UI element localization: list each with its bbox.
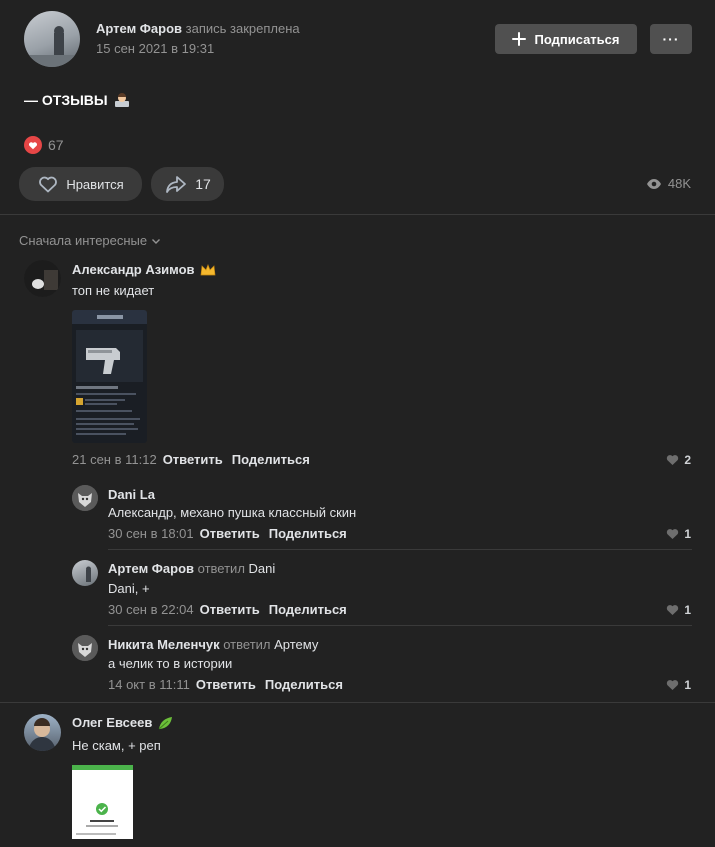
heart-reaction-icon (24, 136, 42, 154)
attachment-preview (72, 765, 133, 835)
comment-avatar-azimov[interactable] (24, 260, 61, 297)
post-author-name[interactable]: Артем Фаров (96, 21, 182, 36)
reply-avatar-dani[interactable] (72, 485, 98, 511)
reply-author[interactable]: Никита Меленчук (108, 637, 220, 652)
comment-attachment-image[interactable] (72, 310, 147, 443)
comment-attachment-image[interactable] (72, 765, 133, 839)
post-header-line: Артем Фаров запись закреплена (96, 21, 300, 36)
chevron-down-icon (152, 238, 161, 244)
views-count: 48K (667, 176, 691, 191)
post-date[interactable]: 15 сен 2021 в 19:31 (96, 41, 214, 56)
reply-like-count: 1 (684, 603, 691, 617)
reply-like-button[interactable]: 1 (666, 678, 691, 692)
comment-text: топ не кидает (72, 283, 155, 298)
subscribe-button[interactable]: Подписаться (495, 24, 637, 54)
like-label: Нравится (66, 176, 124, 192)
share-count: 17 (195, 176, 211, 192)
comment-header: Александр Азимов (72, 262, 216, 277)
subscribe-label: Подписаться (534, 31, 620, 47)
avatar-photo (24, 26, 80, 67)
avatar-photo (86, 566, 91, 582)
heart-icon (667, 455, 679, 465)
share-comment-button[interactable]: Поделиться (269, 526, 347, 541)
more-button[interactable]: ··· (650, 24, 692, 54)
more-icon: ··· (662, 31, 680, 47)
share-arrow-icon (166, 176, 187, 193)
plus-icon (512, 32, 527, 46)
attachment-preview (72, 310, 147, 435)
views-counter: 48K (646, 176, 691, 191)
post-author-avatar[interactable] (24, 11, 80, 67)
reply-author[interactable]: Артем Фаров (108, 561, 194, 576)
post-divider (0, 214, 715, 215)
post-text: — ОТЗЫВЫ (24, 92, 108, 108)
reply-avatar-melenchuk[interactable] (72, 635, 98, 661)
reactions-summary[interactable]: 67 (24, 136, 64, 154)
sort-label: Сначала интересные (19, 233, 148, 248)
eye-icon (646, 178, 661, 189)
heart-icon (667, 680, 679, 690)
comment-author[interactable]: Александр Азимов (72, 262, 195, 277)
reply-footer: 30 сен в 18:01 Ответить Поделиться (108, 526, 347, 541)
reply-text: Александр, механо пушка классный скин (108, 505, 357, 520)
pinned-label: запись закреплена (185, 21, 300, 36)
reply-divider (108, 625, 692, 626)
reply-header: Артем Фаров ответил Dani (108, 561, 275, 576)
share-comment-button[interactable]: Поделиться (232, 452, 310, 467)
leaf-icon (158, 716, 173, 729)
heart-icon (667, 529, 679, 539)
reply-avatar-farov[interactable] (72, 560, 98, 586)
reply-button[interactable]: Ответить (200, 602, 260, 617)
reply-like-button[interactable]: 1 (666, 527, 691, 541)
dog-avatar-icon (72, 485, 98, 511)
reply-button[interactable]: Ответить (200, 526, 260, 541)
reply-like-count: 1 (684, 527, 691, 541)
reaction-count: 67 (48, 137, 64, 153)
share-comment-button[interactable]: Поделиться (269, 602, 347, 617)
reply-like-button[interactable]: 1 (666, 603, 691, 617)
comment-author[interactable]: Олег Евсеев (72, 715, 152, 730)
reply-header: Никита Меленчук ответил Артему (108, 637, 318, 652)
reply-button[interactable]: Ответить (163, 452, 223, 467)
reply-text: а челик то в истории (108, 656, 233, 671)
heart-outline-icon (39, 176, 58, 193)
avatar-photo (28, 718, 56, 751)
comment-footer: 21 сен в 11:12 Ответить Поделиться (72, 452, 310, 467)
reply-date[interactable]: 30 сен в 22:04 (108, 602, 194, 617)
reply-footer: 14 окт в 11:11 Ответить Поделиться (108, 677, 343, 692)
comment-like-button[interactable]: 2 (666, 453, 691, 467)
technologist-emoji-icon (114, 93, 129, 107)
reply-header: Dani La (108, 486, 155, 504)
reply-button[interactable]: Ответить (196, 677, 256, 692)
comment-avatar-evseev[interactable] (24, 714, 61, 751)
reply-date[interactable]: 30 сен в 18:01 (108, 526, 194, 541)
comment-header: Олег Евсеев (72, 715, 173, 730)
share-button[interactable]: 17 (151, 167, 224, 201)
reply-text: Dani, + (108, 581, 150, 596)
post-text-line: — ОТЗЫВЫ (24, 92, 130, 108)
replied-label: ответил (197, 561, 245, 576)
crown-icon (200, 263, 215, 275)
reply-divider (108, 549, 692, 550)
reply-date[interactable]: 14 окт в 11:11 (108, 677, 190, 692)
sort-dropdown[interactable]: Сначала интересные (19, 233, 161, 248)
replied-label: ответил (223, 637, 271, 652)
reply-like-count: 1 (684, 678, 691, 692)
reply-author[interactable]: Dani La (108, 487, 155, 502)
reply-footer: 30 сен в 22:04 Ответить Поделиться (108, 602, 347, 617)
comment-text: Не скам, + реп (72, 738, 161, 753)
avatar-photo (24, 260, 61, 297)
replied-to-link[interactable]: Артему (274, 637, 318, 652)
comment-divider (0, 702, 715, 703)
heart-icon (667, 605, 679, 615)
comment-date[interactable]: 21 сен в 11:12 (72, 452, 157, 467)
comment-like-count: 2 (684, 453, 691, 467)
replied-to-link[interactable]: Dani (249, 561, 276, 576)
share-comment-button[interactable]: Поделиться (265, 677, 343, 692)
like-button[interactable]: Нравится (19, 167, 142, 201)
dog-avatar-icon (72, 635, 98, 661)
